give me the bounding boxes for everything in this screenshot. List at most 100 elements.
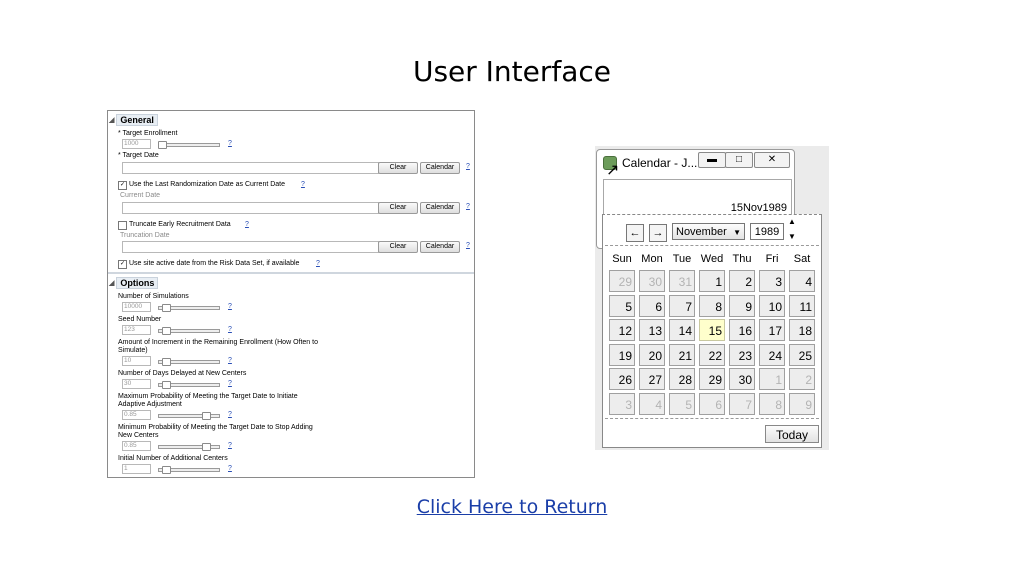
day-cell[interactable]: 4: [639, 392, 665, 415]
day-cell[interactable]: 6: [699, 392, 725, 415]
help-link[interactable]: ?: [245, 221, 249, 228]
day-cell[interactable]: 18: [789, 319, 815, 341]
day-cell[interactable]: 29: [699, 368, 725, 390]
option-value-input[interactable]: 0.85: [122, 441, 151, 451]
minimize-button[interactable]: ▬: [698, 152, 726, 168]
day-cell[interactable]: 1: [759, 368, 785, 390]
today-button[interactable]: Today: [765, 425, 819, 443]
day-cell[interactable]: 19: [609, 343, 635, 366]
general-section-header[interactable]: ◢ General: [109, 114, 158, 126]
day-cell[interactable]: 27: [639, 368, 665, 390]
use-site-active-checkbox[interactable]: ✓: [118, 260, 127, 269]
help-link[interactable]: ?: [228, 380, 232, 387]
option-slider[interactable]: [158, 358, 220, 366]
day-cell[interactable]: 17: [759, 319, 785, 341]
help-link[interactable]: ?: [466, 163, 470, 170]
month-select[interactable]: November ▼: [672, 223, 745, 240]
day-cell[interactable]: 26: [609, 368, 635, 390]
help-link[interactable]: ?: [466, 242, 470, 249]
target-enrollment-slider[interactable]: [158, 141, 220, 149]
slider-thumb[interactable]: [162, 304, 171, 312]
day-cell[interactable]: 8: [699, 294, 725, 317]
option-slider[interactable]: [158, 381, 220, 389]
day-cell[interactable]: 23: [729, 343, 755, 366]
day-cell[interactable]: 5: [669, 392, 695, 415]
day-cell[interactable]: 5: [609, 294, 635, 317]
help-link[interactable]: ?: [466, 203, 470, 210]
day-cell[interactable]: 9: [729, 294, 755, 317]
help-link[interactable]: ?: [228, 357, 232, 364]
truncation-date-field[interactable]: [122, 241, 379, 253]
help-link[interactable]: ?: [301, 181, 305, 188]
day-cell[interactable]: 29: [609, 270, 635, 292]
year-spin-down-icon[interactable]: ▼: [788, 232, 796, 241]
option-value-input[interactable]: 123: [122, 325, 151, 335]
year-spin-up-icon[interactable]: ▲: [788, 217, 796, 226]
date-field[interactable]: 15Nov1989: [603, 179, 792, 217]
slider-thumb[interactable]: [162, 358, 171, 366]
day-cell[interactable]: 24: [759, 343, 785, 366]
help-link[interactable]: ?: [228, 326, 232, 333]
help-link[interactable]: ?: [228, 411, 232, 418]
day-cell[interactable]: 2: [789, 368, 815, 390]
day-cell[interactable]: 20: [639, 343, 665, 366]
slider-thumb[interactable]: [162, 327, 171, 335]
day-cell[interactable]: 9: [789, 392, 815, 415]
help-link[interactable]: ?: [228, 140, 232, 147]
next-month-button[interactable]: →: [649, 224, 667, 242]
slider-thumb[interactable]: [158, 141, 167, 149]
truncate-early-checkbox[interactable]: [118, 221, 127, 230]
calendar-button[interactable]: Calendar: [420, 202, 460, 214]
collapse-triangle-icon[interactable]: ◢: [109, 279, 114, 287]
target-enrollment-input[interactable]: 1000: [122, 139, 151, 149]
option-slider[interactable]: [158, 412, 220, 420]
day-cell[interactable]: 7: [669, 294, 695, 317]
prev-month-button[interactable]: ←: [626, 224, 644, 242]
calendar-button[interactable]: Calendar: [420, 241, 460, 253]
day-cell[interactable]: 3: [609, 392, 635, 415]
target-date-field[interactable]: [122, 162, 379, 174]
help-link[interactable]: ?: [228, 303, 232, 310]
day-cell[interactable]: 8: [759, 392, 785, 415]
option-slider[interactable]: [158, 327, 220, 335]
maximize-button[interactable]: □: [725, 152, 753, 168]
day-cell[interactable]: 7: [729, 392, 755, 415]
options-section-header[interactable]: ◢ Options: [109, 277, 159, 289]
day-cell[interactable]: 12: [609, 319, 635, 341]
day-cell[interactable]: 11: [789, 294, 815, 317]
day-cell[interactable]: 4: [789, 270, 815, 292]
day-cell[interactable]: 31: [669, 270, 695, 292]
calendar-titlebar[interactable]: ↗ Calendar - J... ▬ □ ✕: [597, 150, 794, 179]
year-input[interactable]: 1989: [750, 223, 784, 240]
day-cell[interactable]: 13: [639, 319, 665, 341]
clear-button[interactable]: Clear: [378, 241, 418, 253]
slider-thumb[interactable]: [162, 466, 171, 474]
day-cell[interactable]: 3: [759, 270, 785, 292]
day-cell[interactable]: 22: [699, 343, 725, 366]
option-slider[interactable]: [158, 466, 220, 474]
option-slider[interactable]: [158, 304, 220, 312]
day-cell[interactable]: 10: [759, 294, 785, 317]
option-value-input[interactable]: 10: [122, 356, 151, 366]
day-cell[interactable]: 1: [699, 270, 725, 292]
day-cell[interactable]: 30: [639, 270, 665, 292]
close-button[interactable]: ✕: [754, 152, 790, 168]
day-cell[interactable]: 6: [639, 294, 665, 317]
return-link[interactable]: Click Here to Return: [417, 496, 608, 518]
day-cell[interactable]: 15: [699, 319, 725, 341]
option-slider[interactable]: [158, 443, 220, 451]
clear-button[interactable]: Clear: [378, 162, 418, 174]
current-date-field[interactable]: [122, 202, 379, 214]
collapse-triangle-icon[interactable]: ◢: [109, 116, 114, 124]
option-value-input[interactable]: 30: [122, 379, 151, 389]
day-cell[interactable]: 21: [669, 343, 695, 366]
calendar-button[interactable]: Calendar: [420, 162, 460, 174]
help-link[interactable]: ?: [228, 465, 232, 472]
option-value-input[interactable]: 10000: [122, 302, 151, 312]
day-cell[interactable]: 28: [669, 368, 695, 390]
help-link[interactable]: ?: [228, 442, 232, 449]
slider-thumb[interactable]: [202, 443, 211, 451]
day-cell[interactable]: 2: [729, 270, 755, 292]
day-cell[interactable]: 25: [789, 343, 815, 366]
day-cell[interactable]: 16: [729, 319, 755, 341]
